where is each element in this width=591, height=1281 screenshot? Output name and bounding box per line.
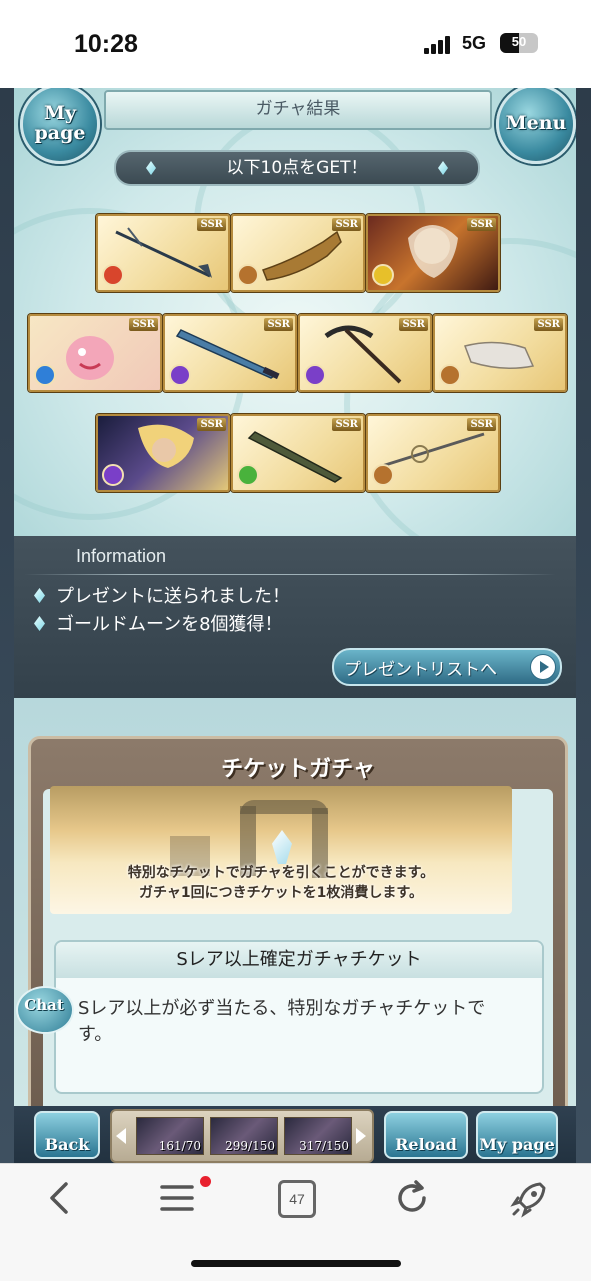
rarity-badge: SSR (332, 218, 361, 231)
status-bar: 10:28 5G 50 (0, 0, 591, 88)
tabs-button[interactable]: 47 (278, 1180, 316, 1218)
dark-element-icon (102, 464, 124, 486)
play-arrow-icon (530, 654, 556, 680)
browser-toolbar: 47 (0, 1163, 591, 1281)
diamond-icon (438, 161, 448, 175)
divider (24, 574, 556, 575)
game-screen: ガチャ結果 My page Menu 以下10点をGET！ SSR SSR SS… (14, 88, 576, 1163)
rarity-badge: SSR (129, 318, 158, 331)
result-card-3[interactable]: SSR (366, 214, 500, 292)
result-card-2[interactable]: SSR (231, 214, 365, 292)
game-bottom-bar: Back 161/70 299/150 317/150 Reload My pa… (14, 1106, 576, 1163)
result-card-1[interactable]: SSR (96, 214, 230, 292)
water-element-icon (34, 364, 56, 386)
rarity-badge: SSR (197, 418, 226, 431)
result-card-7[interactable]: SSR (433, 314, 567, 392)
ticket-section: チケットガチャ 特別なチケットでガチャを引くことができます。 ガチャ1回につきチ… (14, 698, 576, 1162)
info-line-1: プレゼントに送られました！ (56, 586, 290, 607)
rarity-badge: SSR (467, 218, 496, 231)
earth-element-icon (372, 464, 394, 486)
notification-dot (200, 1176, 211, 1187)
wind-element-icon (237, 464, 259, 486)
rarity-badge: SSR (197, 218, 226, 231)
result-card-5[interactable]: SSR (163, 314, 297, 392)
result-card-6[interactable]: SSR (298, 314, 432, 392)
home-indicator (191, 1260, 401, 1267)
scroll-left-icon[interactable] (116, 1128, 126, 1144)
get-banner: 以下10点をGET！ (114, 150, 480, 186)
ticket-card[interactable]: Sレア以上確定ガチャチケット Sレア以上が必ず当たる、特別なガチャチケットです。 (54, 940, 544, 1094)
diamond-icon (34, 588, 45, 603)
present-list-button[interactable]: プレゼントリストへ (332, 648, 562, 686)
game-frame-right (576, 88, 591, 1163)
diamond-icon (34, 616, 45, 631)
bottom-mypage-button[interactable]: My page (476, 1111, 558, 1159)
ticket-name: Sレア以上確定ガチャチケット (176, 949, 422, 970)
item-count: 317/150 (299, 1139, 349, 1153)
ticket-card-header: Sレア以上確定ガチャチケット (56, 942, 542, 978)
back-button[interactable]: Back (34, 1111, 100, 1159)
rarity-badge: SSR (399, 318, 428, 331)
item-slot-1[interactable]: 161/70 (136, 1117, 204, 1155)
page-title: ガチャ結果 (255, 99, 341, 119)
menu-button[interactable]: Menu (496, 88, 576, 164)
status-time: 10:28 (74, 30, 138, 58)
earth-element-icon (439, 364, 461, 386)
rarity-badge: SSR (264, 318, 293, 331)
ticket-gacha-banner[interactable]: 特別なチケットでガチャを引くことができます。 ガチャ1回につきチケットを1枚消費… (50, 786, 512, 914)
light-element-icon (372, 264, 394, 286)
reload-label: Reload (395, 1135, 457, 1154)
network-label: 5G (462, 33, 487, 53)
crystal-icon (272, 830, 292, 864)
ticket-gacha-title: チケットガチャ (221, 757, 375, 782)
back-label: Back (44, 1135, 90, 1154)
signal-icon (424, 36, 454, 54)
dark-element-icon (304, 364, 326, 386)
present-list-label: プレゼントリストへ (344, 660, 497, 680)
rocket-icon[interactable] (510, 1178, 550, 1218)
banner-line-2: ガチャ1回につきチケットを1枚消費します。 (139, 885, 423, 901)
game-frame-left (0, 88, 14, 1163)
item-slot-2[interactable]: 299/150 (210, 1117, 278, 1155)
menu-icon[interactable] (158, 1178, 198, 1218)
information-panel: Information プレゼントに送られました！ ゴールドムーンを8個獲得！ … (14, 536, 576, 698)
chat-label: Chat (24, 996, 64, 1014)
battery-level: 50 (511, 34, 527, 49)
dark-element-icon (169, 364, 191, 386)
reload-button[interactable]: Reload (384, 1111, 468, 1159)
rarity-badge: SSR (534, 318, 563, 331)
item-count: 299/150 (225, 1139, 275, 1153)
item-tray: 161/70 299/150 317/150 (110, 1109, 374, 1163)
battery-icon: 50 (500, 33, 538, 53)
chat-button[interactable]: Chat (16, 986, 74, 1036)
ticket-description: Sレア以上が必ず当たる、特別なガチャチケットです。 (78, 998, 486, 1045)
tab-count: 47 (289, 1191, 305, 1207)
back-arrow-icon[interactable] (40, 1178, 80, 1218)
fire-element-icon (102, 264, 124, 286)
get-banner-text: 以下10点をGET！ (226, 158, 368, 178)
earth-element-icon (237, 264, 259, 286)
mypage-button[interactable]: My page (20, 88, 100, 164)
item-count: 161/70 (158, 1139, 201, 1153)
rarity-badge: SSR (467, 418, 496, 431)
diamond-icon (146, 161, 156, 175)
menu-label: Menu (505, 112, 567, 134)
scroll-right-icon[interactable] (356, 1128, 366, 1144)
result-card-9[interactable]: SSR (231, 414, 365, 492)
mypage-label: My page (34, 102, 86, 144)
result-card-8[interactable]: SSR (96, 414, 230, 492)
information-heading: Information (76, 546, 167, 566)
banner-line-1: 特別なチケットでガチャを引くことができます。 (127, 865, 435, 881)
result-title-bar: ガチャ結果 (104, 90, 492, 130)
reload-icon[interactable] (392, 1178, 432, 1218)
info-line-2: ゴールドムーンを8個獲得！ (56, 614, 283, 635)
item-slot-3[interactable]: 317/150 (284, 1117, 352, 1155)
result-card-10[interactable]: SSR (366, 414, 500, 492)
gacha-result-panel: ガチャ結果 My page Menu 以下10点をGET！ SSR SSR SS… (14, 88, 576, 570)
result-card-4[interactable]: SSR (28, 314, 162, 392)
rarity-badge: SSR (332, 418, 361, 431)
bottom-mypage-label: My page (479, 1135, 555, 1154)
